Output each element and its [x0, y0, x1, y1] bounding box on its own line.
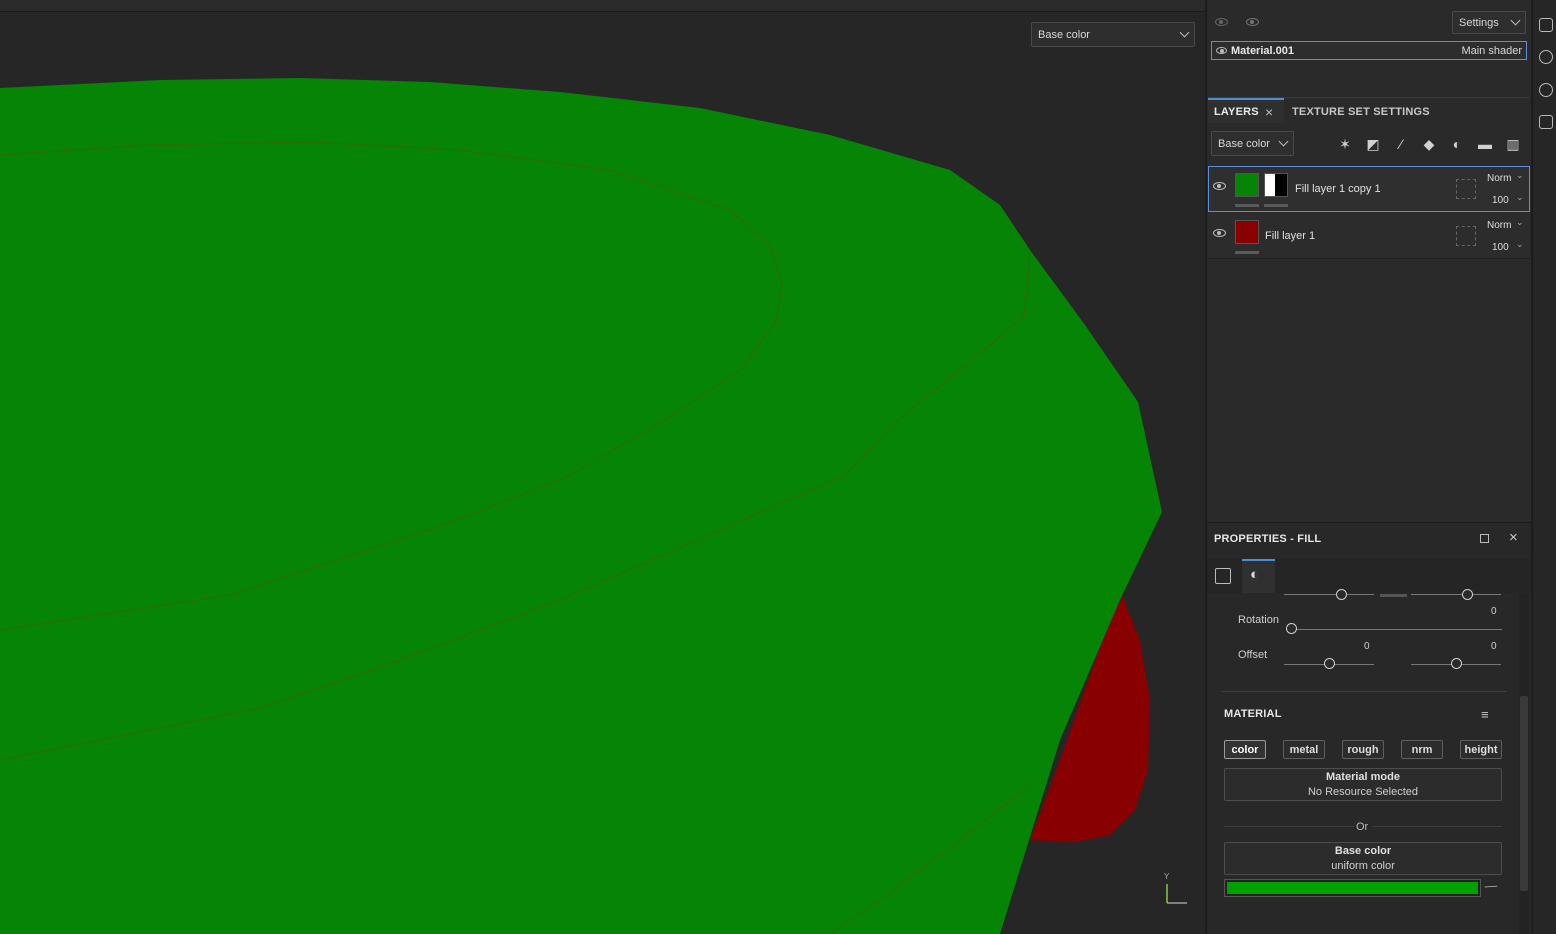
shader-name[interactable]: Main shader: [1461, 45, 1522, 57]
material-section-title: MATERIAL: [1224, 708, 1282, 720]
green-mesh-surface: [0, 78, 1162, 934]
layer-mask-thumbnail[interactable]: [1264, 173, 1288, 197]
color-swatch-fill: [1227, 882, 1478, 894]
slider-track[interactable]: [1284, 594, 1374, 595]
eye-icon[interactable]: [1213, 182, 1226, 190]
settings-label: Settings: [1459, 16, 1499, 29]
folder-icon[interactable]: ▬: [1477, 136, 1493, 152]
mask-icon[interactable]: ◩: [1365, 136, 1381, 152]
layers-channel-dropdown[interactable]: Base color: [1211, 131, 1294, 156]
axis-label: Y: [1164, 872, 1170, 881]
slider-track[interactable]: [1411, 594, 1501, 595]
texture-set-row[interactable]: Material.001 Main shader: [1211, 41, 1527, 60]
channel-height-button[interactable]: height: [1460, 740, 1502, 759]
channel-metal-button[interactable]: metal: [1283, 740, 1325, 759]
slider-knob[interactable]: [1462, 589, 1473, 600]
opacity-value[interactable]: 100: [1492, 242, 1509, 253]
offset-u-value: 0: [1364, 641, 1370, 652]
trash-icon[interactable]: ▥: [1505, 136, 1521, 152]
chevron-down-icon[interactable]: ⌄: [1516, 217, 1524, 228]
viewport-channel-dropdown[interactable]: Base color: [1031, 22, 1195, 47]
mesh-render[interactable]: [0, 12, 1205, 934]
rotation-label: Rotation: [1238, 614, 1279, 626]
hide-icon[interactable]: [1215, 18, 1228, 26]
layer-color-thumbnail[interactable]: [1235, 173, 1259, 197]
smart-material-icon[interactable]: ◐: [1449, 136, 1465, 152]
chevron-down-icon[interactable]: ⌄: [1516, 192, 1524, 203]
viewport-channel-label: Base color: [1038, 28, 1090, 41]
offset-v-slider-knob[interactable]: [1451, 658, 1462, 669]
offset-label: Offset: [1238, 649, 1268, 661]
mask-slot[interactable]: [1456, 179, 1476, 199]
settings-dropdown[interactable]: Settings: [1452, 11, 1526, 34]
or-label: Or: [1356, 821, 1369, 833]
top-toolbar: [0, 0, 1205, 12]
layers-channel-label: Base color: [1218, 137, 1270, 150]
base-color-subtitle: uniform color: [1331, 860, 1395, 872]
properties-title: PROPERTIES - FILL: [1214, 533, 1322, 545]
material-mode-button[interactable]: Material mode No Resource Selected: [1224, 768, 1502, 801]
layer-name[interactable]: Fill layer 1 copy 1: [1295, 183, 1381, 195]
maximize-icon[interactable]: [1480, 534, 1489, 543]
fill-bucket-icon[interactable]: ◆: [1421, 136, 1437, 152]
eye-icon[interactable]: [1246, 18, 1259, 26]
material-name: Material.001: [1231, 44, 1294, 57]
divider: [1224, 826, 1354, 827]
blend-mode[interactable]: Norm: [1487, 173, 1511, 184]
thumbnail-bar: [1235, 251, 1259, 254]
chevron-down-icon: [1179, 27, 1190, 38]
eye-icon[interactable]: [1216, 47, 1227, 54]
magic-wand-icon[interactable]: ✶: [1337, 136, 1353, 152]
base-color-title: Base color: [1334, 845, 1392, 857]
material-mode-title: Material mode: [1326, 771, 1400, 783]
offset-v-value: 0: [1491, 641, 1497, 652]
material-sphere-icon[interactable]: ◐: [1250, 566, 1259, 583]
eye-icon[interactable]: [1213, 229, 1226, 237]
tab-layers-label: LAYERS: [1214, 106, 1259, 118]
chevron-down-icon[interactable]: ⌄: [1516, 239, 1524, 250]
close-icon[interactable]: ×: [1509, 529, 1518, 546]
blend-mode[interactable]: Norm: [1487, 220, 1511, 231]
close-icon[interactable]: ×: [1265, 104, 1273, 120]
axis-gizmo: [1166, 884, 1187, 904]
log-icon[interactable]: [1539, 115, 1553, 129]
base-color-button[interactable]: Base color uniform color: [1224, 842, 1502, 875]
layer-color-thumbnail[interactable]: [1235, 220, 1259, 244]
rotation-slider-track[interactable]: [1290, 629, 1502, 630]
settings-icon[interactable]: [1539, 18, 1553, 32]
scrollbar-thumb[interactable]: [1520, 696, 1528, 891]
layer-name[interactable]: Fill layer 1: [1265, 230, 1315, 242]
link-toggle[interactable]: [1380, 594, 1407, 597]
divider: [1222, 691, 1507, 692]
material-mode-subtitle: No Resource Selected: [1307, 786, 1419, 798]
tab-texture-set-settings[interactable]: TEXTURE SET SETTINGS: [1292, 106, 1430, 118]
uv-settings-icon[interactable]: [1215, 568, 1231, 584]
rotation-slider-knob[interactable]: [1286, 623, 1297, 634]
3d-viewport[interactable]: Y Base color: [0, 12, 1205, 934]
opacity-value[interactable]: 100: [1492, 195, 1509, 206]
side-toolbar: [1532, 0, 1556, 934]
channel-nrm-button[interactable]: nrm: [1401, 740, 1443, 759]
channel-color-button[interactable]: color: [1224, 740, 1266, 759]
history-icon[interactable]: [1539, 83, 1553, 97]
offset-u-slider-knob[interactable]: [1324, 658, 1335, 669]
chevron-down-icon: [1278, 136, 1289, 147]
display-settings-icon[interactable]: [1539, 50, 1553, 64]
list-menu-icon[interactable]: ≡: [1481, 707, 1489, 722]
mask-slot[interactable]: [1456, 226, 1476, 246]
paint-brush-icon[interactable]: ⁄: [1393, 136, 1409, 152]
chevron-down-icon[interactable]: ⌄: [1516, 170, 1524, 181]
chevron-down-icon: [1510, 15, 1521, 26]
thumbnail-bar: [1235, 204, 1259, 207]
divider: [1372, 826, 1502, 827]
thumbnail-bar: [1264, 204, 1288, 207]
color-swatch[interactable]: [1224, 879, 1481, 897]
top-slider-value: 0: [1491, 606, 1497, 617]
slider-knob[interactable]: [1336, 589, 1347, 600]
channel-rough-button[interactable]: rough: [1342, 740, 1384, 759]
